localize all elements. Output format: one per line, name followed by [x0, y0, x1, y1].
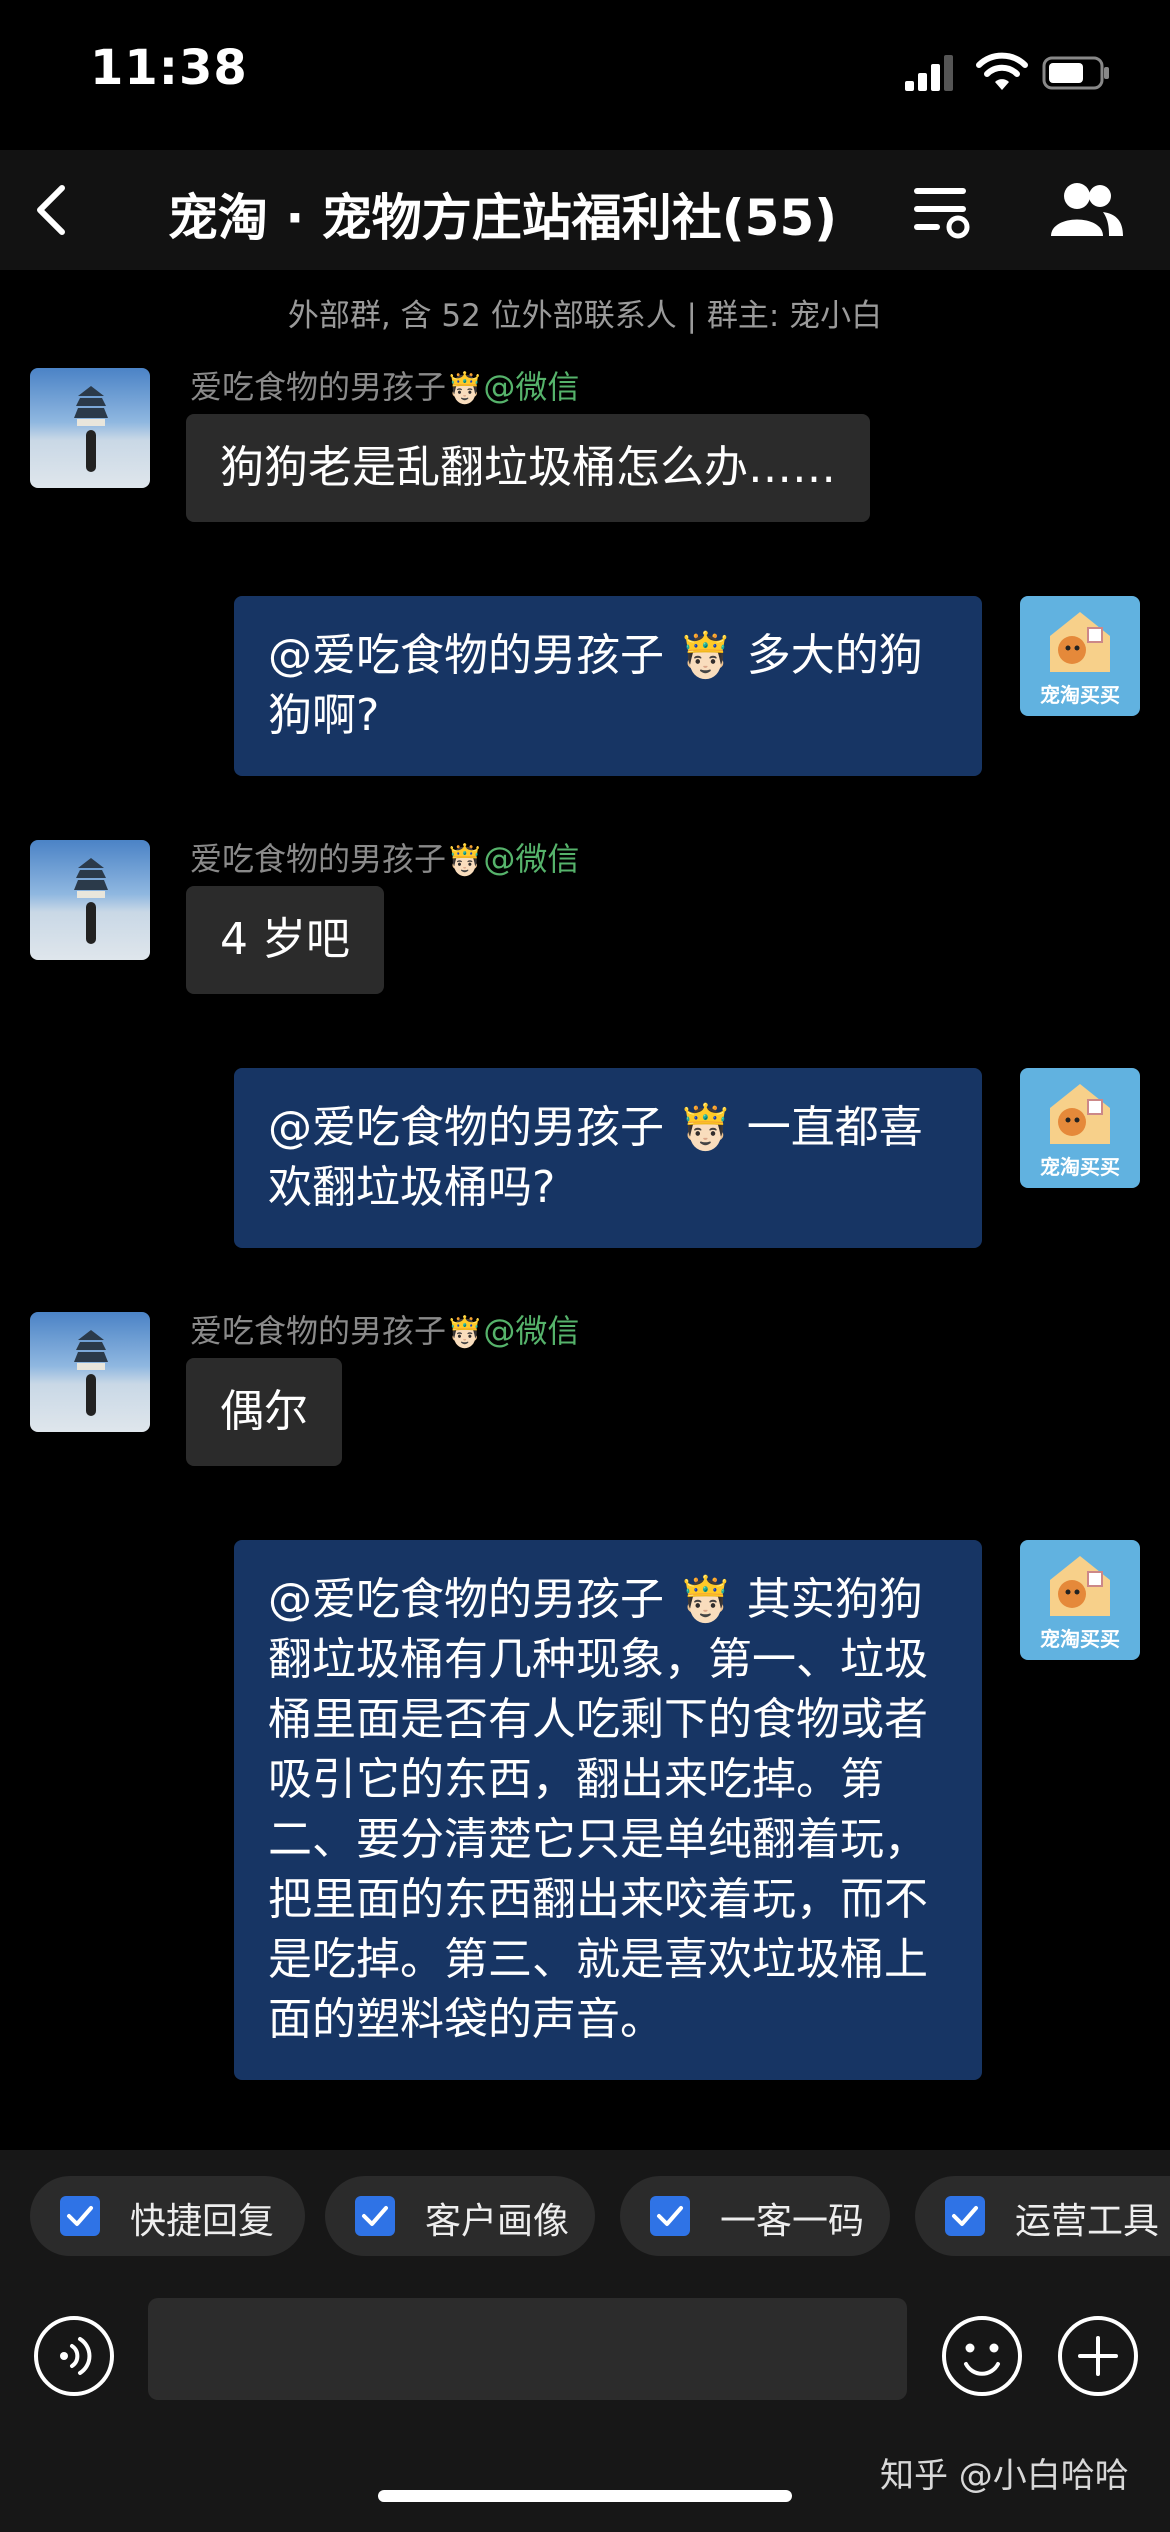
chat-title: 宠淘 · 宠物方庄站福利社(55) — [168, 189, 838, 247]
sender-source: @微信 — [483, 1312, 580, 1350]
message-bubble-outgoing[interactable]: @爱吃食物的男孩子 🤴🏻 其实狗狗翻垃圾桶有几种现象，第一、垃圾桶里面是否有人吃… — [234, 1540, 982, 2080]
back-chevron-icon[interactable] — [20, 178, 80, 242]
status-time: 11:38 — [90, 40, 248, 96]
crown-emoji: 🤴🏻 — [446, 1315, 484, 1350]
checkbox-icon — [650, 2196, 690, 2236]
message-input[interactable] — [148, 2298, 907, 2400]
quick-action-toolbar: 快捷回复 客户画像 一客一码 运营工具 — [0, 2150, 1170, 2280]
message-bubble-incoming[interactable]: 4 岁吧 — [186, 886, 384, 994]
message-bubble-outgoing[interactable]: @爱吃食物的男孩子 🤴🏻 一直都喜欢翻垃圾桶吗? — [234, 1068, 982, 1248]
home-indicator — [378, 2490, 792, 2502]
temple-image — [74, 1330, 108, 1370]
battery-icon — [1042, 56, 1109, 90]
nav-bar: 宠淘 · 宠物方庄站福利社(55) — [0, 150, 1170, 270]
user-avatar[interactable] — [30, 1312, 150, 1432]
chip-one-customer-one-code[interactable]: 一客一码 — [620, 2176, 890, 2256]
chip-label: 一客一码 — [720, 2201, 865, 2242]
shiba-house-image — [1050, 612, 1110, 672]
message-bubble-outgoing[interactable]: @爱吃食物的男孩子 🤴🏻 多大的狗狗啊? — [234, 596, 982, 776]
wifi-icon — [976, 52, 1028, 90]
chip-label: 客户画像 — [425, 2201, 570, 2242]
message-text: 其实狗狗翻垃圾桶有几种现象，第一、垃圾桶里面是否有人吃剩下的食物或者吸引它的东西… — [268, 1574, 928, 2045]
checkbox-icon — [355, 2196, 395, 2236]
shop-avatar[interactable]: 宠淘买买 — [1020, 596, 1140, 716]
chip-customer-profile[interactable]: 客户画像 — [325, 2176, 595, 2256]
sender-name: 爱吃食物的男孩子🤴🏻@微信 — [190, 834, 579, 880]
user-avatar[interactable] — [30, 840, 150, 960]
temple-image — [74, 858, 108, 898]
more-plus-icon[interactable] — [1056, 2314, 1140, 2398]
group-info: 外部群, 含 52 位外部联系人 | 群主: 宠小白 — [287, 298, 883, 334]
mention: @爱吃食物的男孩子 🤴🏻 — [268, 1574, 733, 1625]
group-members-icon[interactable] — [1045, 178, 1125, 240]
shiba-house-image — [1050, 1084, 1110, 1144]
user-avatar[interactable] — [30, 368, 150, 488]
status-bar: 11:38 — [0, 0, 1170, 150]
checkbox-icon — [60, 2196, 100, 2236]
chip-quick-reply[interactable]: 快捷回复 — [30, 2176, 305, 2256]
sender-name-text: 爱吃食物的男孩子 — [190, 368, 447, 406]
checkbox-icon — [945, 2196, 985, 2236]
person-figure — [86, 1374, 96, 1416]
watermark: 知乎 @小白哈哈 — [880, 2456, 1129, 2496]
shop-avatar[interactable]: 宠淘买买 — [1020, 1540, 1140, 1660]
crown-emoji: 🤴🏻 — [446, 843, 484, 878]
shop-avatar-label: 宠淘买买 — [1040, 1627, 1120, 1651]
voice-input-icon[interactable] — [32, 2314, 116, 2398]
shop-avatar[interactable]: 宠淘买买 — [1020, 1068, 1140, 1188]
sender-name-text: 爱吃食物的男孩子 — [190, 1312, 447, 1350]
sender-name-text: 爱吃食物的男孩子 — [190, 840, 447, 878]
person-figure — [86, 902, 96, 944]
shop-avatar-label: 宠淘买买 — [1040, 683, 1120, 707]
crown-emoji: 🤴🏻 — [446, 371, 484, 406]
cellular-signal-icon — [905, 55, 953, 91]
sender-name: 爱吃食物的男孩子🤴🏻@微信 — [190, 362, 579, 408]
shop-avatar-label: 宠淘买买 — [1040, 1155, 1120, 1179]
person-figure — [86, 430, 96, 472]
sender-source: @微信 — [483, 840, 580, 878]
mention: @爱吃食物的男孩子 🤴🏻 — [268, 1102, 733, 1153]
filter-list-icon[interactable] — [910, 180, 974, 240]
sender-source: @微信 — [483, 368, 580, 406]
message-bubble-incoming[interactable]: 狗狗老是乱翻垃圾桶怎么办…… — [186, 414, 870, 522]
mention: @爱吃食物的男孩子 🤴🏻 — [268, 630, 733, 681]
chip-operation-tools[interactable]: 运营工具 — [915, 2176, 1170, 2256]
shiba-house-image — [1050, 1556, 1110, 1616]
chip-label: 快捷回复 — [130, 2201, 275, 2242]
sender-name: 爱吃食物的男孩子🤴🏻@微信 — [190, 1306, 579, 1352]
emoji-icon[interactable] — [940, 2314, 1024, 2398]
chip-label: 运营工具 — [1015, 2201, 1160, 2242]
temple-image — [74, 386, 108, 426]
message-bubble-incoming[interactable]: 偶尔 — [186, 1358, 342, 1466]
